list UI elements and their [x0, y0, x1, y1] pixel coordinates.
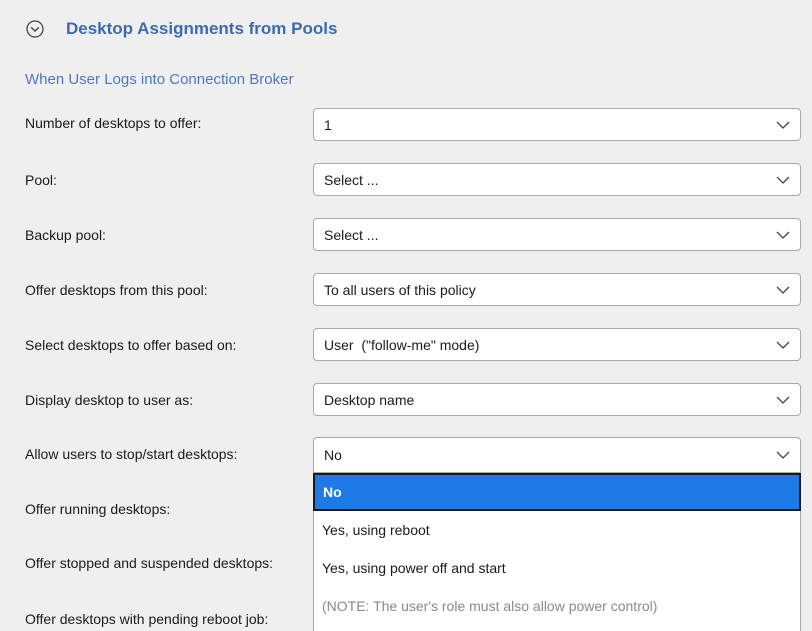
field-label-display-as: Display desktop to user as: [25, 392, 194, 408]
field-label-offer-pending-reboot: Offer desktops with pending reboot job: [25, 611, 269, 627]
allow-stop-start-select[interactable]: No [313, 437, 801, 473]
offer-based-on-select[interactable]: User ("follow-me" mode) [313, 328, 801, 361]
pool-select[interactable]: Select ... [313, 163, 801, 196]
field-label-allow-stop-start: Allow users to stop/start desktops: [25, 446, 238, 462]
dropdown-option-yes-reboot[interactable]: Yes, using reboot [314, 511, 800, 549]
select-value: 1 [324, 116, 332, 133]
field-label-number-of-desktops: Number of desktops to offer: [25, 115, 202, 131]
select-value: No [324, 447, 342, 463]
backup-pool-select[interactable]: Select ... [313, 218, 801, 251]
number-of-desktops-select[interactable]: 1 [313, 108, 801, 141]
chevron-down-icon [776, 231, 790, 239]
field-label-offer-running: Offer running desktops: [25, 501, 171, 517]
field-label-backup-pool: Backup pool: [25, 227, 106, 243]
chevron-circle-icon[interactable] [26, 20, 44, 38]
dropdown-list: No Yes, using reboot Yes, using power of… [313, 473, 801, 631]
chevron-down-icon [776, 451, 790, 459]
section-title: Desktop Assignments from Pools [66, 19, 338, 38]
field-label-offer-from-pool: Offer desktops from this pool: [25, 282, 208, 298]
select-value: User ("follow-me" mode) [324, 336, 480, 353]
chevron-down-icon [776, 396, 790, 404]
subheading: When User Logs into Connection Broker [25, 71, 294, 88]
section-header[interactable]: Desktop Assignments from Pools [26, 19, 337, 39]
select-value: Desktop name [324, 391, 415, 408]
select-value: Select ... [324, 171, 379, 188]
field-label-offer-stopped: Offer stopped and suspended desktops: [25, 555, 274, 571]
chevron-down-icon [776, 176, 790, 184]
dropdown-option-yes-power-off[interactable]: Yes, using power off and start [314, 549, 800, 587]
select-value: Select ... [324, 226, 379, 243]
chevron-down-icon [776, 286, 790, 294]
chevron-down-icon [776, 341, 790, 349]
select-value: To all users of this policy [324, 281, 476, 298]
field-label-offer-based-on: Select desktops to offer based on: [25, 337, 237, 353]
dropdown-note: (NOTE: The user's role must also allow p… [322, 598, 658, 614]
offer-from-pool-select[interactable]: To all users of this policy [313, 273, 801, 306]
chevron-down-icon [776, 121, 790, 129]
dropdown-option-no[interactable]: No [313, 473, 801, 511]
field-label-pool: Pool: [25, 172, 57, 188]
display-as-select[interactable]: Desktop name [313, 383, 801, 416]
